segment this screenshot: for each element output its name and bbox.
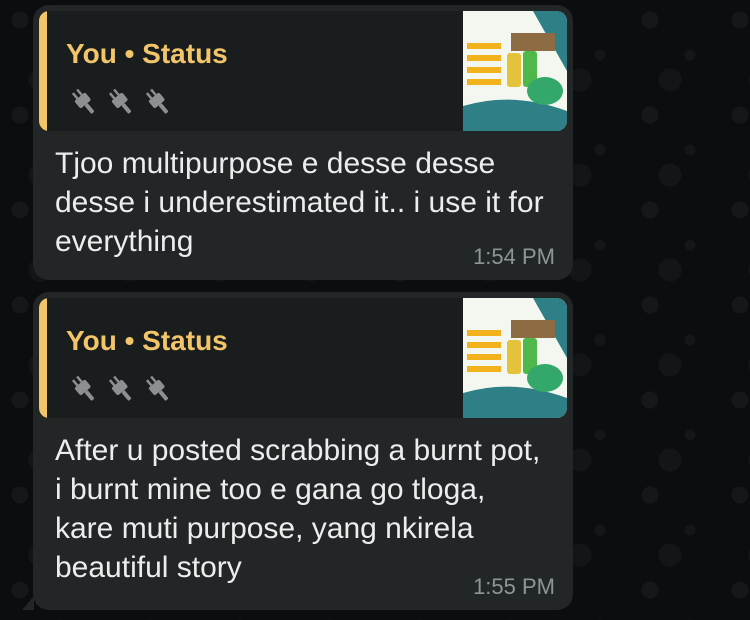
message-bubble[interactable]: You • Status <box>33 5 573 280</box>
plug-icon <box>145 88 169 114</box>
quote-icons <box>68 373 174 405</box>
quote-title: You • Status <box>66 38 228 69</box>
plug-icon <box>108 375 132 401</box>
plug-icon <box>145 375 169 401</box>
quote-title: You • Status <box>66 325 228 356</box>
message-timestamp: 1:55 PM <box>473 574 555 599</box>
quote-icons <box>68 86 174 118</box>
message-text: After u posted scrabbing a burnt pot, i … <box>55 434 541 584</box>
message-timestamp: 1:54 PM <box>473 244 555 269</box>
status-thumbnail[interactable] <box>463 11 567 131</box>
plug-icon <box>71 88 95 114</box>
quote-accent-bar <box>39 298 47 418</box>
quote-accent-bar <box>39 11 47 131</box>
message-text: Tjoo multipurpose e desse desse desse i … <box>55 147 544 258</box>
quoted-status[interactable]: You • Status <box>39 11 567 131</box>
plug-icon <box>71 375 95 401</box>
message-bubble[interactable]: You • Status <box>33 292 573 610</box>
quoted-status[interactable]: You • Status <box>39 298 567 418</box>
status-thumbnail[interactable] <box>463 298 567 418</box>
bubble-tail <box>22 596 34 610</box>
plug-icon <box>108 88 132 114</box>
